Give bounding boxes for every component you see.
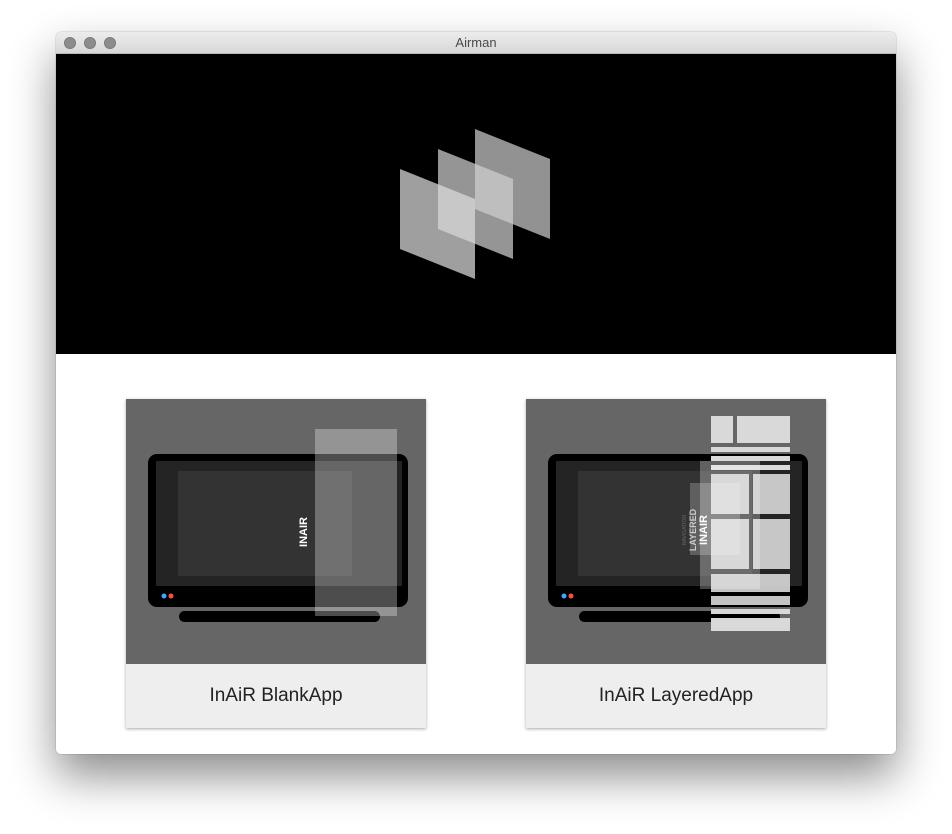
power-led-blue (161, 593, 167, 599)
tile-strip (711, 456, 790, 461)
tile-strip (711, 618, 790, 631)
blank-app-thumbnail: INAIR (126, 399, 426, 664)
tile (711, 416, 733, 443)
blank-app-card[interactable]: INAIR InAiR BlankApp (126, 399, 426, 728)
tile (737, 416, 790, 443)
title-bar[interactable]: Airman (56, 32, 896, 54)
tile-strip (711, 609, 790, 614)
blank-app-tv-illustration: INAIR (148, 429, 408, 622)
layered-planes-logo-icon (400, 129, 550, 279)
power-led-red (168, 593, 174, 599)
layered-app-label: InAiR LayeredApp (598, 685, 754, 706)
inair-screen-text: INAIR (298, 517, 310, 547)
layered-app-card[interactable]: NAVIGATION LAYERED INAIR InAiR LayeredAp… (526, 399, 826, 728)
tile-strip (711, 447, 790, 452)
floating-panel (315, 429, 397, 616)
blank-app-label: InAiR BlankApp (209, 685, 343, 706)
window-title: Airman (455, 35, 497, 50)
layered-screen-text: LAYERED (688, 508, 698, 551)
app-window: Airman INAIR InAiR BlankApp NAVIGATION L… (56, 32, 896, 754)
tile-strip (711, 596, 790, 605)
power-led-red (568, 593, 574, 599)
layered-app-tv-illustration: NAVIGATION LAYERED INAIR (548, 416, 808, 631)
layered-app-thumbnail: NAVIGATION LAYERED INAIR (526, 399, 826, 664)
power-led-blue (561, 593, 567, 599)
inair-screen-text: INAIR (698, 515, 710, 545)
app-list: INAIR InAiR BlankApp NAVIGATION LAYERED … (56, 354, 896, 754)
hero-banner (56, 54, 896, 354)
